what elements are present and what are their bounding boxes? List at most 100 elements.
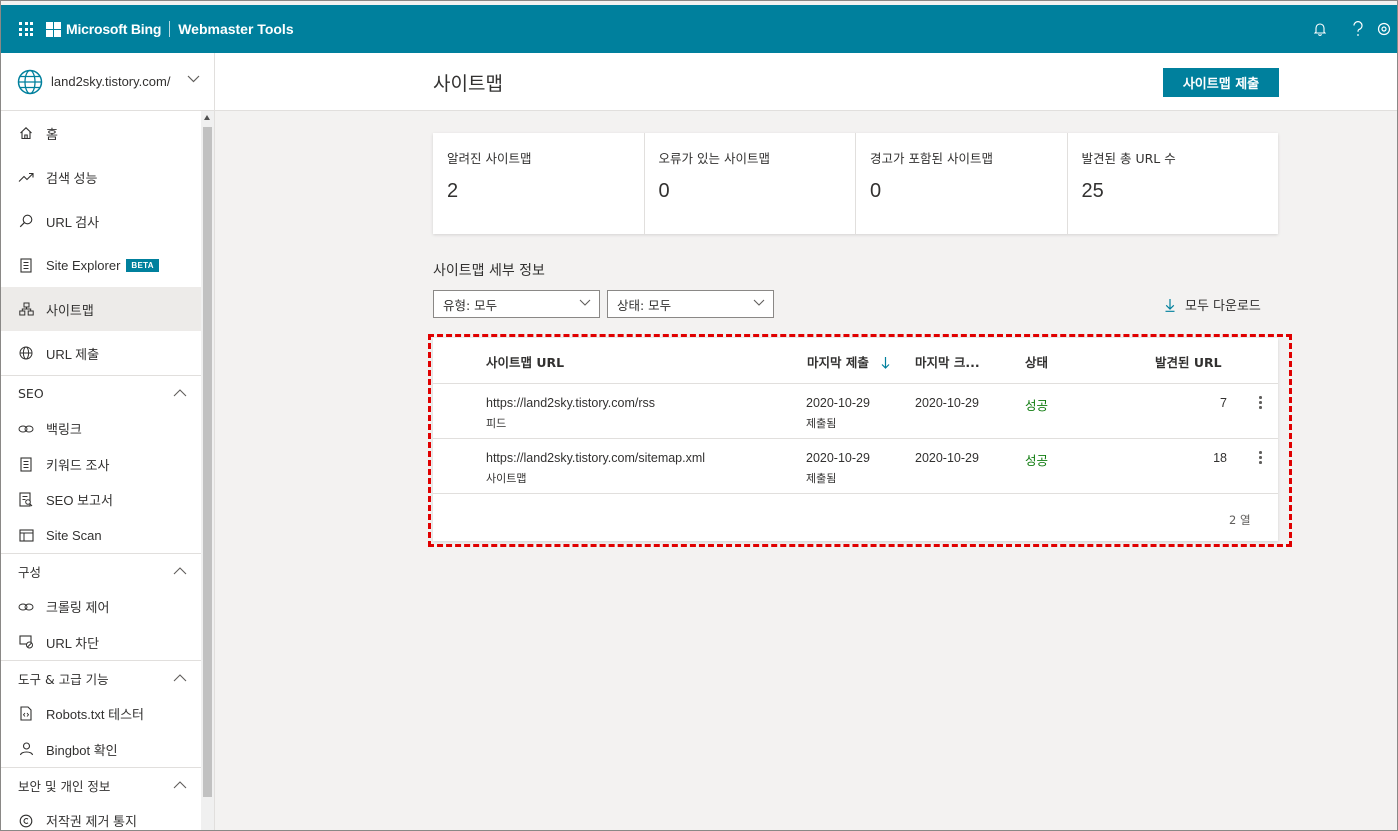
- sidebar-item-label: URL 검사: [46, 214, 100, 230]
- sitemap-icon: [18, 301, 34, 317]
- link-icon: [18, 421, 34, 437]
- sidebar-item-label: 저작권 제거 통지: [46, 814, 137, 830]
- status-filter-value: 상태: 모두: [617, 297, 672, 313]
- home-icon: [18, 125, 34, 141]
- sidebar-item-label: 홈: [46, 126, 58, 142]
- sidebar-item-label: URL 제출: [46, 346, 100, 362]
- nav-section-security-privacy[interactable]: 보안 및 개인 정보: [1, 767, 201, 803]
- chevron-down-icon: [579, 299, 591, 306]
- nav-section-title: 구성: [18, 565, 42, 580]
- page-header: 사이트맵 사이트맵 제출: [215, 53, 1397, 111]
- sidebar-item-home[interactable]: 홈: [1, 111, 201, 155]
- top-icons: [1301, 5, 1397, 53]
- top-bar: Microsoft Bing Webmaster Tools: [1, 5, 1397, 53]
- beta-badge: BETA: [126, 258, 159, 272]
- bot-icon: [18, 741, 34, 757]
- document-icon: [18, 456, 34, 472]
- sidebar-item-label: 크롤링 제어: [46, 600, 110, 616]
- card-value: 2: [447, 180, 459, 202]
- sidebar-item-sitemaps[interactable]: 사이트맵: [1, 287, 201, 331]
- sidebar-item-label: URL 차단: [46, 635, 100, 651]
- sidebar-item-label: Robots.txt 테스터: [46, 707, 145, 723]
- sitemap-details-title: 사이트맵 세부 정보: [433, 263, 545, 279]
- code-file-icon: [18, 706, 34, 722]
- sidebar-item-search-performance[interactable]: 검색 성능: [1, 155, 201, 199]
- card-value: 0: [658, 180, 670, 202]
- download-all-button[interactable]: 모두 다운로드: [1165, 295, 1261, 314]
- highlight-box: [428, 334, 1292, 547]
- type-filter-dropdown[interactable]: 유형: 모두: [433, 290, 600, 318]
- sidebar-item-label: 사이트맵: [46, 302, 94, 318]
- sidebar-item-label: 키워드 조사: [46, 457, 110, 473]
- block-url-icon: [18, 634, 34, 650]
- sidebar-item-label: Site Explorer: [46, 257, 121, 273]
- help-icon[interactable]: [1339, 5, 1377, 53]
- sidebar-item-url-inspection[interactable]: URL 검사: [1, 199, 201, 243]
- submit-sitemap-button[interactable]: 사이트맵 제출: [1163, 68, 1279, 97]
- brand-name[interactable]: Microsoft Bing: [66, 21, 161, 37]
- card-known-sitemaps: 알려진 사이트맵 2: [433, 133, 645, 234]
- sidebar-item-url-submission[interactable]: URL 제출: [1, 331, 201, 375]
- sidebar: land2sky.tistory.com/ 홈 검색 성능 URL 검사 Sit…: [1, 53, 215, 830]
- notification-bell-icon[interactable]: [1301, 5, 1339, 53]
- chevron-down-icon: [753, 299, 765, 306]
- sidebar-item-seo-reports[interactable]: SEO 보고서: [1, 482, 201, 518]
- card-sitemaps-with-errors: 오류가 있는 사이트맵 0: [645, 133, 856, 234]
- chevron-up-icon[interactable]: [173, 781, 187, 789]
- sidebar-item-crawl-control[interactable]: 크롤링 제어: [1, 589, 201, 625]
- copyright-icon: [18, 813, 34, 829]
- card-value: 25: [1081, 180, 1104, 202]
- sidebar-item-label: 검색 성능: [46, 170, 98, 186]
- chevron-down-icon[interactable]: [187, 75, 200, 83]
- status-filter-dropdown[interactable]: 상태: 모두: [607, 290, 774, 318]
- nav-section-tools[interactable]: 도구 & 고급 기능: [1, 660, 201, 696]
- nav-section-title: 도구 & 고급 기능: [18, 672, 109, 687]
- site-selector[interactable]: land2sky.tistory.com/: [1, 53, 214, 111]
- page-title: 사이트맵: [433, 73, 503, 95]
- sidebar-item-site-explorer[interactable]: Site Explorer BETA: [1, 243, 201, 287]
- nav-section-configuration[interactable]: 구성: [1, 553, 201, 589]
- chevron-up-icon[interactable]: [173, 389, 187, 397]
- card-value: 0: [870, 180, 882, 202]
- site-name: land2sky.tistory.com/: [51, 74, 171, 89]
- nav-section-seo[interactable]: SEO: [1, 375, 201, 411]
- microsoft-logo-icon: [46, 21, 61, 37]
- sidebar-item-copyright-removal[interactable]: 저작권 제거 통지: [1, 803, 201, 830]
- sidebar-item-verify-bingbot[interactable]: Bingbot 확인: [1, 732, 201, 768]
- search-icon: [18, 213, 34, 229]
- sidebar-item-keyword-research[interactable]: 키워드 조사: [1, 447, 201, 483]
- document-icon: [18, 257, 34, 273]
- sidebar-item-robots-tester[interactable]: Robots.txt 테스터: [1, 696, 201, 732]
- card-label: 경고가 포함된 사이트맵: [870, 151, 993, 166]
- card-label: 발견된 총 URL 수: [1081, 151, 1176, 166]
- app-window: Microsoft Bing Webmaster Tools land2sky.…: [0, 0, 1398, 831]
- product-name[interactable]: Webmaster Tools: [178, 21, 293, 37]
- card-sitemaps-with-warnings: 경고가 포함된 사이트맵 0: [856, 133, 1068, 234]
- scrollbar-thumb[interactable]: [203, 127, 212, 797]
- download-icon: [1165, 298, 1175, 312]
- report-icon: [18, 492, 34, 508]
- sidebar-scrollbar[interactable]: [201, 111, 214, 830]
- settings-icon[interactable]: [1377, 5, 1397, 53]
- trend-icon: [18, 169, 34, 185]
- sidebar-item-label: 백링크: [46, 422, 82, 438]
- type-filter-value: 유형: 모두: [443, 297, 498, 313]
- chevron-up-icon[interactable]: [173, 567, 187, 575]
- scroll-up-arrow-icon[interactable]: [204, 115, 210, 120]
- sidebar-item-label: SEO 보고서: [46, 493, 113, 509]
- sidebar-item-backlinks[interactable]: 백링크: [1, 411, 201, 447]
- chevron-up-icon[interactable]: [173, 674, 187, 682]
- sidebar-item-site-scan[interactable]: Site Scan: [1, 518, 201, 554]
- card-total-urls: 발견된 총 URL 수 25: [1068, 133, 1279, 234]
- download-all-label: 모두 다운로드: [1185, 299, 1261, 314]
- sidebar-item-label: Bingbot 확인: [46, 742, 118, 758]
- card-label: 오류가 있는 사이트맵: [658, 151, 770, 166]
- card-label: 알려진 사이트맵: [447, 151, 532, 166]
- app-launcher-icon[interactable]: [19, 22, 33, 36]
- nav-section-title: SEO: [18, 386, 44, 401]
- nav-menu: 홈 검색 성능 URL 검사 Site Explorer BETA 사이트맵 U…: [1, 111, 201, 830]
- sidebar-item-label: Site Scan: [46, 527, 102, 543]
- sidebar-item-block-urls[interactable]: URL 차단: [1, 625, 201, 661]
- globe-icon: [18, 345, 34, 361]
- brand-divider: [169, 21, 171, 37]
